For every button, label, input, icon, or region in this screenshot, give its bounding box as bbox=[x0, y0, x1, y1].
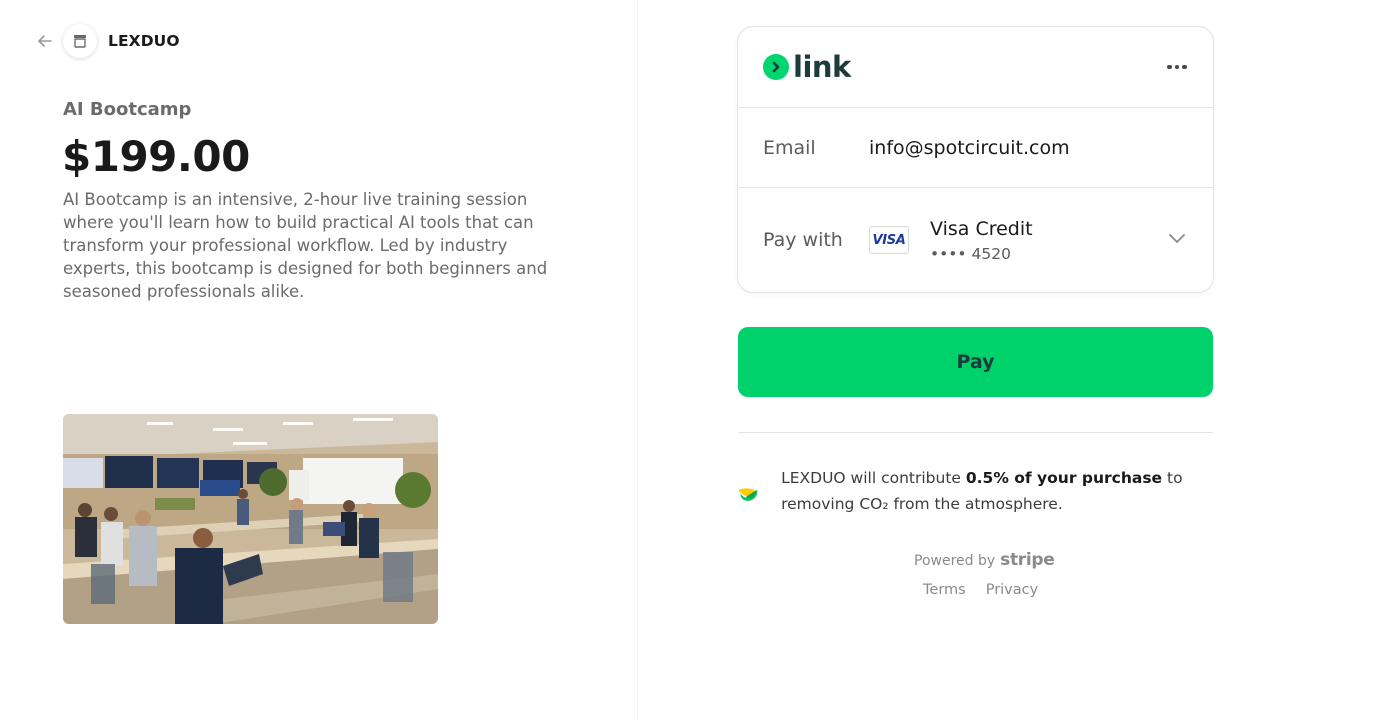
email-row: Email info@spotcircuit.com bbox=[738, 108, 1213, 188]
link-header: link bbox=[738, 27, 1213, 108]
link-arrow-icon bbox=[763, 54, 789, 80]
climate-bold: 0.5% of your purchase bbox=[965, 469, 1163, 487]
link-card: link Email info@spotcircuit.com Pay with… bbox=[737, 26, 1214, 293]
description-line: transform your professional workflow. Le… bbox=[63, 236, 508, 255]
store-icon bbox=[63, 24, 97, 58]
panel-divider bbox=[637, 0, 638, 720]
link-logo: link bbox=[763, 49, 851, 84]
merchant-name[interactable]: LEXDUO bbox=[108, 32, 180, 50]
pay-button[interactable]: Pay bbox=[738, 327, 1213, 397]
climate-text: LEXDUO will contribute 0.5% of your purc… bbox=[781, 465, 1213, 517]
description-line: AI Bootcamp is an intensive, 2-hour live… bbox=[63, 190, 528, 209]
arrow-left-icon bbox=[38, 35, 52, 47]
privacy-link[interactable]: Privacy bbox=[986, 582, 1039, 598]
climate-prefix: LEXDUO will contribute bbox=[781, 469, 966, 487]
card-number: •••• 4520 bbox=[930, 244, 1011, 263]
stripe-climate-icon bbox=[738, 488, 758, 501]
powered-by-stripe[interactable]: Powered by stripe bbox=[914, 550, 1055, 570]
separator bbox=[738, 432, 1213, 433]
product-price: $199.00 bbox=[62, 132, 250, 181]
description-line: seasoned professionals alike. bbox=[63, 282, 305, 301]
chevron-down-icon[interactable] bbox=[1167, 228, 1187, 248]
card-info: Visa Credit •••• 4520 bbox=[930, 218, 1033, 263]
climate-notice: LEXDUO will contribute 0.5% of your purc… bbox=[738, 465, 1213, 517]
payment-method-selector[interactable]: Pay with VISA Visa Credit •••• 4520 bbox=[738, 188, 1213, 292]
email-label: Email bbox=[763, 136, 816, 159]
link-wordmark: link bbox=[793, 49, 851, 84]
back-button[interactable] bbox=[34, 25, 56, 57]
stripe-logo: stripe bbox=[1000, 550, 1055, 570]
more-dots-icon[interactable] bbox=[1165, 57, 1189, 77]
email-value: info@spotcircuit.com bbox=[869, 136, 1070, 159]
footer-links: Terms Privacy bbox=[923, 582, 1038, 598]
product-image bbox=[63, 414, 438, 624]
product-description: AI Bootcamp is an intensive, 2-hour live… bbox=[63, 188, 548, 303]
powered-by-text: Powered by bbox=[914, 553, 996, 569]
visa-card-icon: VISA bbox=[869, 226, 909, 254]
pay-with-label: Pay with bbox=[763, 229, 843, 251]
product-name: AI Bootcamp bbox=[63, 99, 192, 120]
card-name: Visa Credit bbox=[930, 217, 1033, 240]
description-line: experts, this bootcamp is designed for b… bbox=[63, 259, 548, 278]
header-bar: LEXDUO bbox=[34, 24, 180, 58]
terms-link[interactable]: Terms bbox=[923, 582, 966, 598]
order-summary-panel: LEXDUO AI Bootcamp $199.00 AI Bootcamp i… bbox=[0, 0, 637, 720]
description-line: where you'll learn how to build practica… bbox=[63, 213, 534, 232]
